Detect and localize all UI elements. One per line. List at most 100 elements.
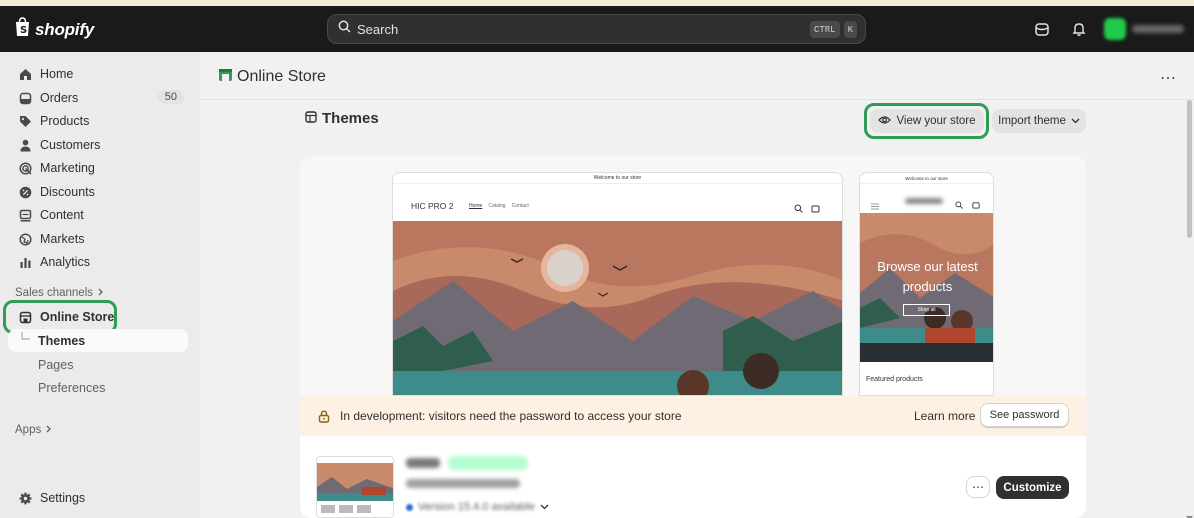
page-title-text: Online Store bbox=[237, 68, 326, 85]
home-icon bbox=[18, 67, 32, 81]
discount-icon bbox=[18, 185, 32, 199]
sidebar-item-products[interactable]: Products bbox=[8, 109, 188, 133]
shortcut-key: K bbox=[843, 21, 857, 38]
theme-meta-redacted bbox=[406, 479, 520, 488]
mobile-hero-title: Browse our latest products bbox=[877, 259, 978, 294]
sidebar-subitem-themes[interactable]: Themes bbox=[8, 329, 188, 352]
sidebar-item-analytics[interactable]: Analytics bbox=[8, 250, 188, 274]
version-update-row[interactable]: Version 15.4.0 available bbox=[406, 501, 549, 513]
version-text: Version 15.4.0 available bbox=[418, 501, 535, 513]
sidebar-item-marketing[interactable]: Marketing bbox=[8, 156, 188, 180]
sidebar-item-content[interactable]: Content bbox=[8, 203, 188, 227]
person-icon bbox=[18, 138, 32, 152]
target-icon bbox=[18, 161, 32, 175]
mobile-cart-icon bbox=[972, 196, 980, 214]
apps-header[interactable]: Apps bbox=[15, 424, 52, 436]
top-bar: S shopify Search CTRL K bbox=[0, 6, 1194, 52]
sidebar-subitem-label: Preferences bbox=[38, 380, 106, 395]
themes-title-text: Themes bbox=[322, 110, 379, 127]
chevron-right-icon bbox=[97, 287, 104, 299]
themes-icon bbox=[305, 110, 317, 127]
scrollbar-thumb[interactable] bbox=[1187, 100, 1192, 238]
sidebar-item-label: Marketing bbox=[40, 161, 95, 175]
customize-button[interactable]: Customize bbox=[996, 476, 1069, 499]
chevron-right-icon bbox=[45, 424, 52, 436]
page-scrollbar[interactable] bbox=[1184, 100, 1194, 518]
globe-icon bbox=[18, 232, 32, 246]
bell-icon[interactable] bbox=[1071, 21, 1087, 37]
sidebar-item-label: Customers bbox=[40, 138, 101, 152]
sidebar-item-label: Content bbox=[40, 208, 84, 222]
theme-name-redacted bbox=[406, 458, 440, 468]
sales-channels-label: Sales channels bbox=[15, 287, 93, 299]
lock-icon bbox=[318, 409, 330, 423]
tree-connector-icon bbox=[21, 331, 31, 345]
mobile-store-name-redacted bbox=[905, 198, 943, 204]
orders-count-badge: 50 bbox=[157, 90, 184, 104]
preview-search-icon bbox=[794, 200, 803, 218]
highlight-view-store bbox=[864, 103, 989, 139]
sidebar-item-label: Products bbox=[40, 114, 90, 128]
theme-card: Welcome to our store HIC PRO 2 Home Cata… bbox=[300, 156, 1086, 518]
see-password-button[interactable]: See password bbox=[980, 403, 1069, 427]
sidebar-item-settings[interactable]: Settings bbox=[8, 486, 188, 510]
mobile-preview: Welcome to our store Browse our latest p… bbox=[859, 172, 994, 396]
search-placeholder: Search bbox=[357, 21, 399, 37]
theme-more-actions-button[interactable]: ⋯ bbox=[966, 476, 990, 498]
sales-channels-header[interactable]: Sales channels bbox=[15, 287, 104, 299]
preview-nav-home: Home bbox=[469, 203, 483, 209]
account-name-redacted bbox=[1132, 25, 1184, 33]
sidebar-item-label: Settings bbox=[40, 491, 86, 505]
scroll-down-arrow-icon[interactable] bbox=[1186, 508, 1193, 518]
theme-preview[interactable]: Welcome to our store HIC PRO 2 Home Cata… bbox=[300, 156, 1086, 396]
shopify-bag-icon: S bbox=[14, 17, 31, 42]
sidebar-subitem-pages[interactable]: Pages bbox=[8, 353, 188, 376]
preview-nav: Home Catalog Contact bbox=[469, 203, 529, 209]
sidebar-item-label: Discounts bbox=[40, 185, 95, 199]
mobile-welcome-announcement: Welcome to our store bbox=[860, 173, 993, 184]
online-store-app-icon bbox=[218, 67, 233, 87]
sidebar-subitem-label: Themes bbox=[38, 333, 86, 348]
sidebar-subitem-preferences[interactable]: Preferences bbox=[8, 376, 188, 399]
tag-icon bbox=[18, 114, 32, 128]
avatar[interactable] bbox=[1104, 18, 1126, 40]
sidebar-item-home[interactable]: Home bbox=[8, 62, 188, 86]
search-bar[interactable]: Search CTRL K bbox=[327, 14, 866, 44]
sidebar-item-label: Orders bbox=[40, 91, 79, 105]
current-theme-badge-redacted bbox=[448, 456, 528, 470]
content-icon bbox=[18, 208, 32, 222]
more-actions-button[interactable]: ⋯ bbox=[1160, 68, 1177, 88]
sidebar-item-orders[interactable]: Orders 50 bbox=[8, 86, 188, 110]
shopify-logo[interactable]: S shopify bbox=[14, 17, 94, 42]
mobile-search-icon bbox=[955, 196, 963, 214]
sidebar-item-discounts[interactable]: Discounts bbox=[8, 180, 188, 204]
sidebar-item-markets[interactable]: Markets bbox=[8, 227, 188, 251]
chevron-down-icon bbox=[1071, 115, 1080, 127]
sidebar-item-label: Home bbox=[40, 67, 74, 81]
themes-heading: Themes bbox=[305, 110, 379, 127]
store-icon[interactable] bbox=[1034, 21, 1050, 37]
gear-icon bbox=[18, 491, 32, 505]
sidebar-item-customers[interactable]: Customers bbox=[8, 133, 188, 157]
preview-nav-contact: Contact bbox=[511, 203, 529, 209]
desktop-preview: Welcome to our store HIC PRO 2 Home Cata… bbox=[392, 172, 843, 396]
shortcut-key: CTRL bbox=[809, 21, 840, 38]
bar-chart-icon bbox=[18, 255, 32, 269]
orders-icon bbox=[18, 91, 32, 105]
preview-nav-catalog: Catalog bbox=[488, 203, 506, 209]
mobile-hero-button: Shop all bbox=[903, 304, 950, 316]
theme-thumbnail-illustration bbox=[317, 457, 393, 517]
chevron-down-icon bbox=[540, 501, 549, 513]
preview-hero-illustration bbox=[393, 221, 842, 395]
import-theme-button[interactable]: Import theme bbox=[992, 109, 1086, 133]
sidebar-item-label: Markets bbox=[40, 232, 85, 246]
sidebar-item-label: Analytics bbox=[40, 255, 91, 269]
learn-more-link[interactable]: Learn more bbox=[914, 409, 975, 423]
preview-store-name: HIC PRO 2 bbox=[411, 201, 454, 211]
svg-text:S: S bbox=[20, 25, 27, 36]
theme-thumbnail[interactable] bbox=[316, 456, 394, 518]
featured-products-heading: Featured products bbox=[866, 376, 923, 383]
import-theme-label: Import theme bbox=[998, 115, 1066, 127]
brand-name: shopify bbox=[35, 19, 95, 39]
search-icon bbox=[338, 20, 351, 38]
